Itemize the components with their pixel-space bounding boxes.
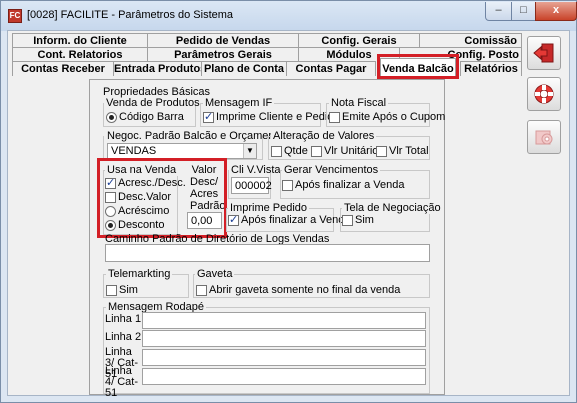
- tela-negociacao-option-label: Sim: [355, 214, 374, 226]
- linha3-input[interactable]: [142, 349, 426, 366]
- gaveta-option-label: Abrir gaveta somente no final da venda: [209, 284, 401, 296]
- tab-relatorios[interactable]: Relatórios: [460, 61, 522, 76]
- negoc-select-value: VENDAS: [111, 145, 157, 157]
- imprime-pedido-option-label: Após finalizar a Venda: [241, 214, 351, 226]
- gaveta-label: Gaveta: [195, 268, 235, 280]
- tela-negociacao-label: Tela de Negociação: [342, 202, 443, 214]
- nota-fiscal-label: Nota Fiscal: [329, 97, 389, 109]
- codigo-barra-radio[interactable]: [106, 112, 117, 123]
- gerar-vencimentos-label: Gerar Vencimentos: [282, 164, 381, 176]
- venda-produtos-label: Venda de Produtos: [106, 97, 200, 109]
- alteracao-valores-label: Alteração de Valores: [271, 130, 377, 142]
- imprime-cliente-pedido-label: Imprime Cliente e Pedido: [216, 111, 340, 123]
- tab-inform-cliente[interactable]: Inform. do Cliente: [12, 33, 148, 48]
- linha4-input[interactable]: [142, 368, 426, 385]
- emite-apos-cupom-checkbox[interactable]: [329, 112, 340, 123]
- linha2-label: Linha 2: [105, 331, 142, 343]
- tela-negociacao-checkbox[interactable]: [342, 215, 353, 226]
- minimize-button[interactable]: –: [485, 2, 512, 21]
- cli-vista-input[interactable]: 000002: [231, 177, 272, 194]
- vlr-total-label: Vlr Total: [389, 145, 429, 157]
- telemarkting-label: Telemarkting: [106, 268, 173, 280]
- linha1-label: Linha 1: [105, 313, 142, 325]
- vlr-unitario-checkbox[interactable]: [311, 146, 322, 157]
- highlight-venda-balcao-tab: [377, 54, 459, 79]
- gaveta-checkbox[interactable]: [196, 285, 207, 296]
- negoc-label: Negoc. Padrão Balcão e Orçamento: [107, 130, 284, 142]
- exit-icon: [533, 43, 554, 63]
- help-button[interactable]: [527, 77, 561, 111]
- tab-comissao[interactable]: Comissão: [419, 33, 522, 48]
- exit-button[interactable]: [527, 36, 561, 70]
- linha4-label: Linha 4/ Cat-51: [105, 365, 139, 399]
- telemarkting-option-label: Sim: [119, 284, 138, 296]
- app-logo-icon: FC: [8, 9, 22, 23]
- imprime-pedido-checkbox[interactable]: [228, 213, 239, 226]
- negoc-select[interactable]: VENDAS ▼: [107, 143, 257, 159]
- vlr-total-checkbox[interactable]: [376, 146, 387, 157]
- tab-pedido-vendas[interactable]: Pedido de Vendas: [147, 33, 299, 48]
- tab-cont-relatorios[interactable]: Cont. Relatorios: [12, 47, 148, 62]
- window-title: [0028] FACILITE - Parâmetros do Sistema: [27, 9, 234, 21]
- linha2-input[interactable]: [142, 330, 426, 347]
- emite-apos-cupom-label: Emite Após o Cupom: [342, 111, 446, 123]
- help-lifebuoy-icon: [534, 84, 554, 104]
- gerar-vencimentos-option-label: Após finalizar a Venda: [295, 179, 405, 191]
- maximize-button[interactable]: □: [511, 2, 536, 21]
- cli-vista-label: Cli V.Vista: [231, 164, 281, 176]
- highlight-usa-na-venda: [97, 158, 227, 238]
- vlr-unitario-label: Vlr Unitário: [324, 145, 379, 157]
- gerar-vencimentos-checkbox[interactable]: [282, 180, 293, 191]
- close-button[interactable]: x: [535, 2, 577, 21]
- mensagem-if-label: Mensagem IF: [203, 97, 275, 109]
- tab-contas-pagar[interactable]: Contas Pagar: [286, 61, 376, 76]
- caminho-logs-input[interactable]: [105, 244, 430, 262]
- telemarkting-checkbox[interactable]: [106, 285, 117, 296]
- tab-parametros-gerais[interactable]: Parâmetros Gerais: [147, 47, 299, 62]
- tab-contas-receber[interactable]: Contas Receber: [12, 61, 114, 76]
- title-bar: FC [0028] FACILITE - Parâmetros do Siste…: [1, 1, 577, 31]
- codigo-barra-label: Código Barra: [119, 111, 184, 123]
- settings-button[interactable]: [527, 120, 561, 154]
- qtde-label: Qtde: [284, 145, 308, 157]
- linha1-input[interactable]: [142, 312, 426, 329]
- settings-disabled-icon: [535, 130, 553, 145]
- tab-plano-conta[interactable]: Plano de Conta: [201, 61, 287, 76]
- chevron-down-icon[interactable]: ▼: [243, 144, 256, 158]
- tab-entrada-produtos[interactable]: Entrada Produtos: [113, 61, 202, 76]
- imprime-cliente-pedido-checkbox[interactable]: [203, 110, 214, 123]
- tab-config-gerais[interactable]: Config. Gerais: [298, 33, 420, 48]
- qtde-checkbox[interactable]: [271, 146, 282, 157]
- imprime-pedido-label: Imprime Pedido: [228, 202, 310, 214]
